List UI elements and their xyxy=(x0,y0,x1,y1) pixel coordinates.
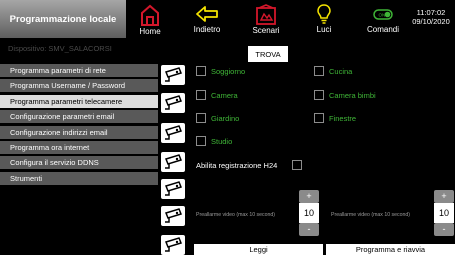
room-label: Camera bimbi xyxy=(329,90,376,100)
camera-icon[interactable] xyxy=(160,92,186,114)
camera-icon[interactable] xyxy=(160,122,186,144)
lights-button[interactable]: Luci xyxy=(313,0,335,38)
commands-label: Comandi xyxy=(366,25,399,34)
menu-item-network[interactable]: Programma parametri di rete xyxy=(0,64,158,77)
camera-icon[interactable] xyxy=(160,234,186,255)
toggle-on-icon: ON xyxy=(373,9,393,20)
checkbox[interactable] xyxy=(314,90,324,100)
room-label: Camera xyxy=(211,90,238,100)
decrement-button[interactable]: - xyxy=(434,223,454,236)
home-label: Home xyxy=(139,27,161,36)
camera-icon[interactable] xyxy=(160,178,186,200)
room-checkbox-camera[interactable]: Camera xyxy=(196,90,238,100)
room-label: Soggiorno xyxy=(211,66,246,76)
prealarm-stepper[interactable]: + 10 - xyxy=(434,190,454,236)
back-label: Indietro xyxy=(193,25,221,34)
checkbox[interactable] xyxy=(196,66,206,76)
search-button[interactable]: TROVA xyxy=(248,46,288,62)
room-checkbox-giardino[interactable]: Giardino xyxy=(196,113,239,123)
room-checkbox-camera-bimbi[interactable]: Camera bimbi xyxy=(314,90,376,100)
app-title: Programmazione locale xyxy=(0,0,126,38)
camera-icon[interactable] xyxy=(160,205,186,227)
prealarm-label: Preallarme video (max 10 second) xyxy=(331,212,411,218)
prealarm-stepper[interactable]: + 10 - xyxy=(299,190,319,236)
checkbox[interactable] xyxy=(196,113,206,123)
menu-item-email-params[interactable]: Configurazione parametri email xyxy=(0,110,158,124)
increment-button[interactable]: + xyxy=(434,190,454,203)
room-label: Giardino xyxy=(211,113,240,123)
checkbox[interactable] xyxy=(314,113,324,123)
back-button[interactable]: Indietro xyxy=(190,0,224,38)
menu-item-ddns[interactable]: Configura il servizio DDNS xyxy=(0,156,158,170)
prealarm-value[interactable]: 10 xyxy=(434,203,454,223)
datetime: 11:07:02 09/10/2020 xyxy=(408,8,454,26)
lightbulb-icon xyxy=(317,4,331,24)
clock-time: 11:07:02 xyxy=(416,8,446,17)
scenes-button[interactable]: Scenari xyxy=(250,0,282,38)
menu-item-internet-time[interactable]: Programma ora internet xyxy=(0,140,158,154)
scenes-icon xyxy=(256,4,276,25)
room-checkbox-soggiorno[interactable]: Soggiorno xyxy=(196,66,245,76)
decrement-button[interactable]: - xyxy=(299,223,319,236)
toggle-badge: ON xyxy=(379,12,386,17)
menu-item-cameras[interactable]: Programma parametri telecamere xyxy=(0,94,158,108)
arrow-left-icon xyxy=(196,6,218,22)
checkbox[interactable] xyxy=(314,66,324,76)
lights-label: Luci xyxy=(316,25,332,34)
room-checkbox-studio[interactable]: Studio xyxy=(196,136,232,146)
home-icon xyxy=(141,4,159,26)
camera-icon[interactable] xyxy=(160,64,186,86)
home-button[interactable]: Home xyxy=(137,0,163,38)
commands-button[interactable]: ON Comandi xyxy=(365,0,401,38)
room-checkbox-finestre[interactable]: Finestre xyxy=(314,113,356,123)
top-bar: Programmazione locale Home Indietro Scen… xyxy=(0,0,455,38)
menu-item-credentials[interactable]: Programma Username / Password xyxy=(0,79,158,93)
settings-menu: Programma parametri di rete Programma Us… xyxy=(0,64,158,187)
camera-icon[interactable] xyxy=(160,151,186,173)
checkbox[interactable] xyxy=(196,136,206,146)
h24-recording-checkbox[interactable] xyxy=(292,160,302,170)
checkbox[interactable] xyxy=(196,90,206,100)
room-label: Finestre xyxy=(329,113,357,123)
scenes-label: Scenari xyxy=(252,26,280,35)
device-label: Dispositivo: SMV_SALACORSI xyxy=(8,44,112,53)
h24-recording-label: Abilita registrazione H24 xyxy=(196,161,278,170)
device-bar: Dispositivo: SMV_SALACORSI xyxy=(0,38,455,60)
read-button[interactable]: Leggi xyxy=(194,244,323,255)
program-restart-button[interactable]: Programma e riavvia xyxy=(326,244,455,255)
prealarm-label: Preallarme video (max 10 second) xyxy=(196,212,276,218)
clock-date: 09/10/2020 xyxy=(412,17,450,26)
menu-item-email-addresses[interactable]: Configurazione indirizzi email xyxy=(0,125,158,139)
room-label: Studio xyxy=(211,136,233,146)
increment-button[interactable]: + xyxy=(299,190,319,203)
prealarm-value[interactable]: 10 xyxy=(299,203,319,223)
menu-item-tools[interactable]: Strumenti xyxy=(0,171,158,185)
room-label: Cucina xyxy=(329,66,353,76)
room-checkbox-cucina[interactable]: Cucina xyxy=(314,66,352,76)
